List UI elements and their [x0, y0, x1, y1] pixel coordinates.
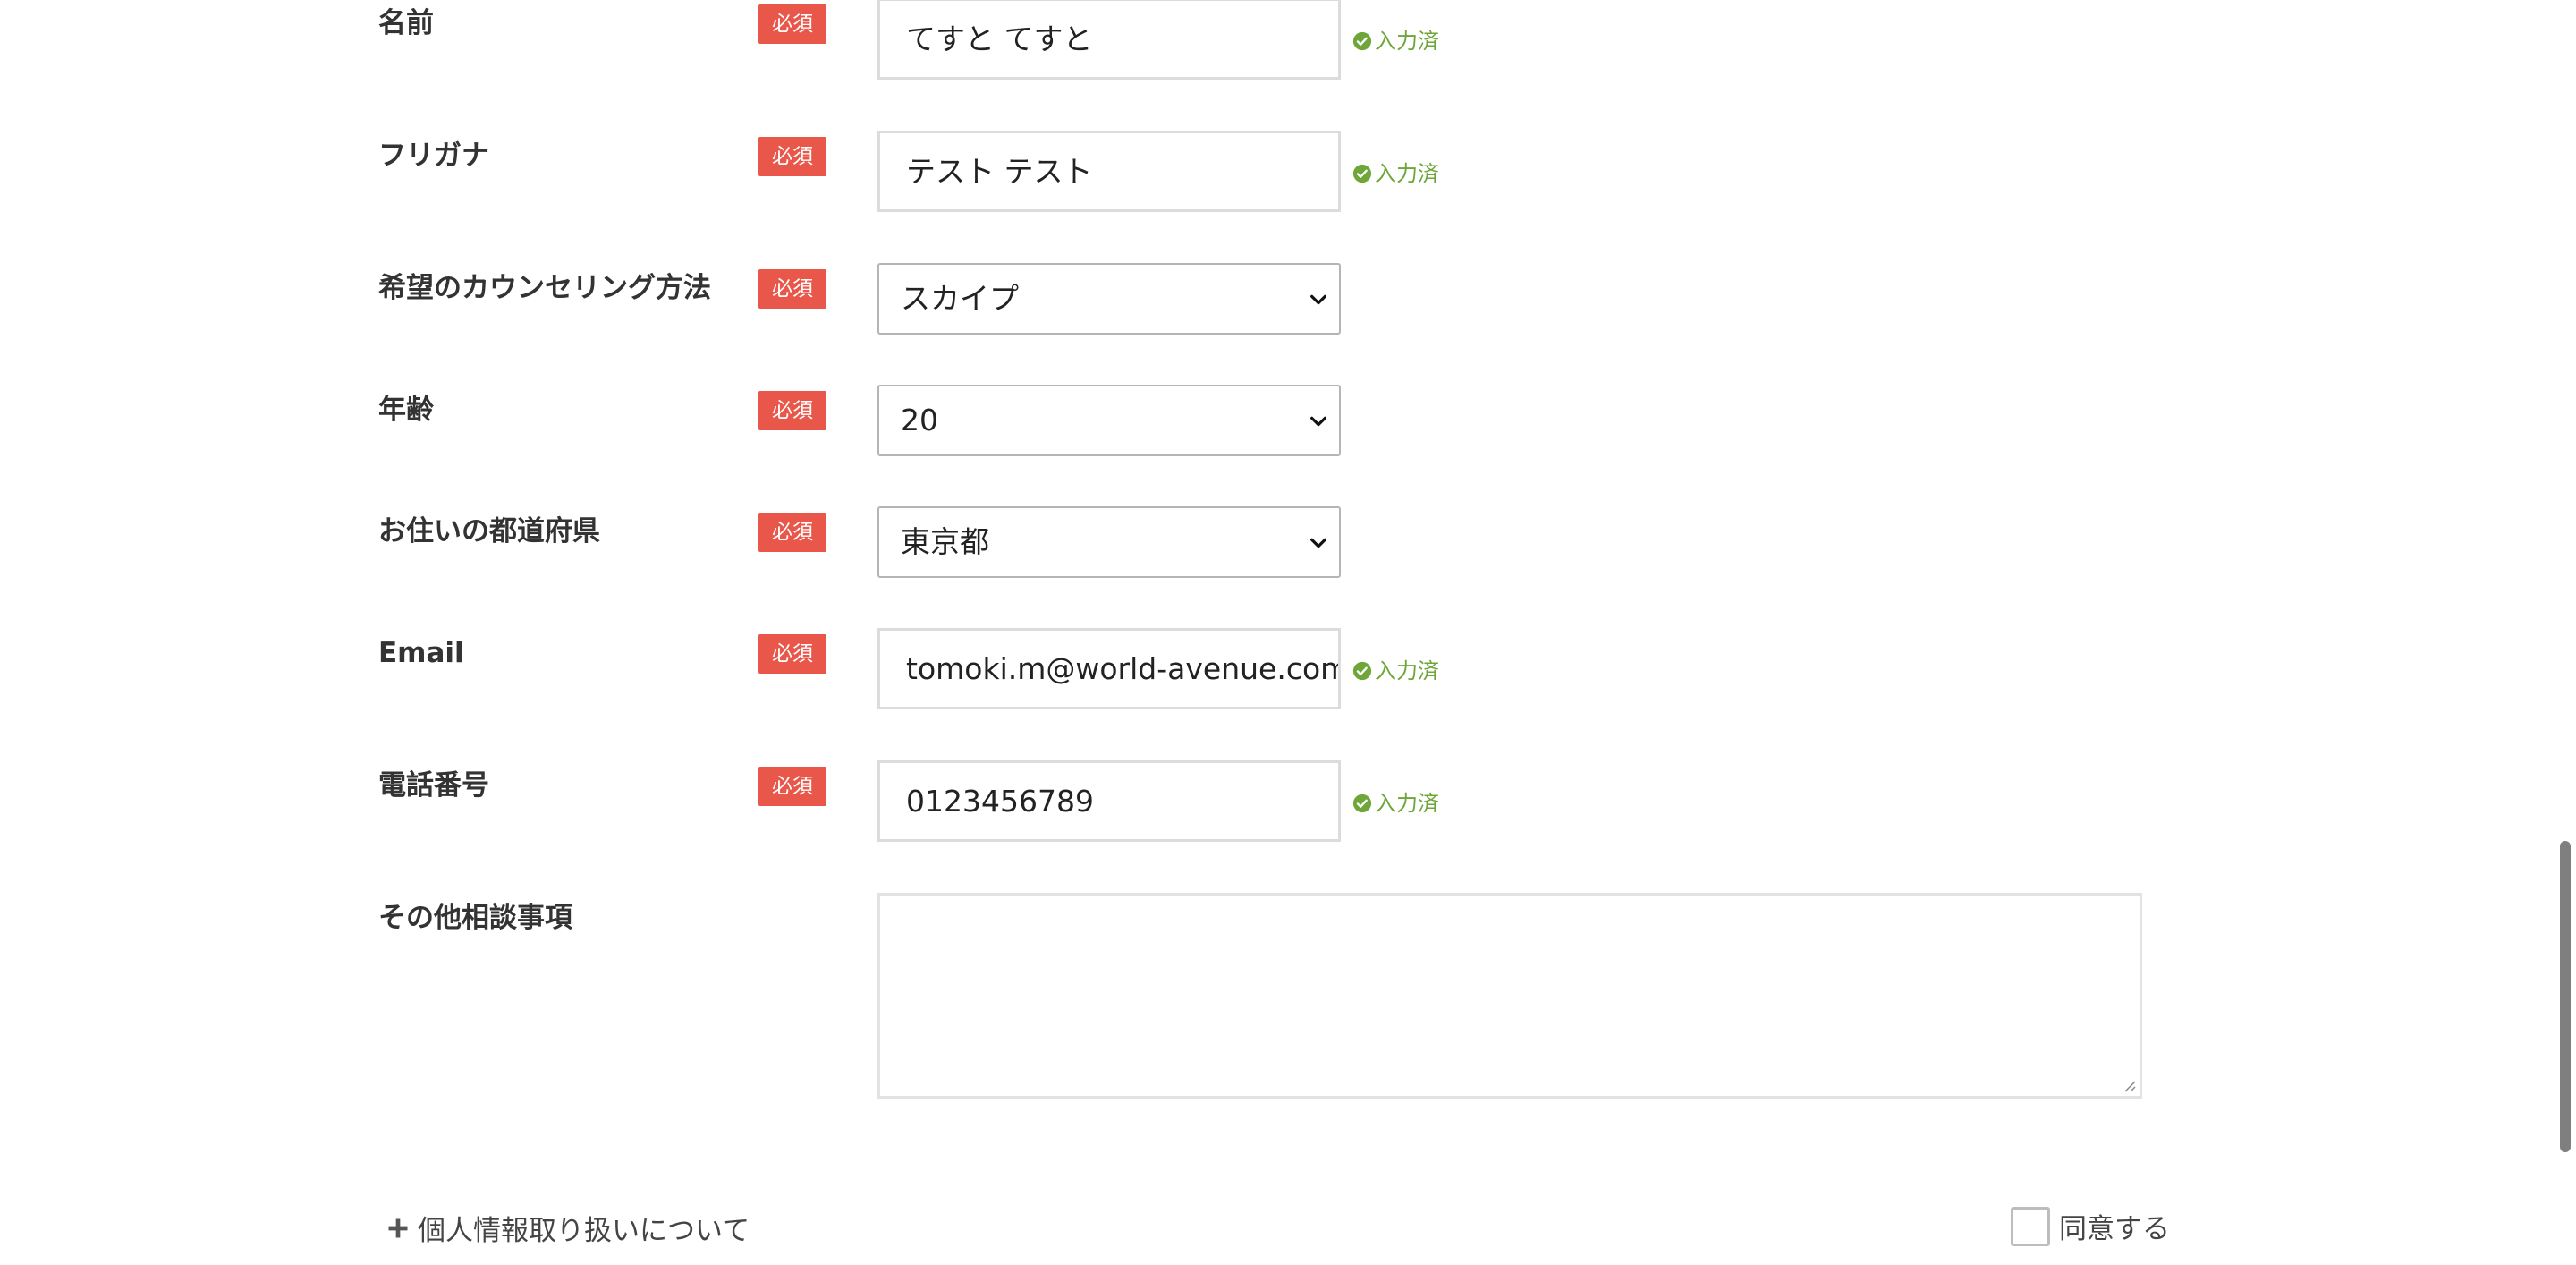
- privacy-policy-link-text: 個人情報取り扱いについて: [418, 1215, 750, 1247]
- other-label: その他相談事項: [378, 902, 572, 934]
- scrollbar-thumb[interactable]: [2560, 841, 2571, 1152]
- resize-handle-icon[interactable]: [2122, 1078, 2136, 1092]
- agree-label: 同意する: [2059, 1213, 2170, 1245]
- check-circle-icon: [1352, 164, 1372, 183]
- filled-status-text: 入力済: [1375, 658, 1439, 683]
- required-badge: 必須: [758, 269, 826, 309]
- agree-checkbox[interactable]: [2011, 1206, 2050, 1246]
- required-badge: 必須: [758, 513, 826, 552]
- filled-status-text: 入力済: [1375, 161, 1439, 186]
- filled-status-text: 入力済: [1375, 29, 1439, 54]
- furigana-input[interactable]: テスト テスト: [877, 131, 1341, 212]
- check-circle-icon: [1352, 31, 1372, 51]
- email-label: Email: [378, 637, 464, 669]
- required-badge: 必須: [758, 767, 826, 806]
- required-badge: 必須: [758, 4, 826, 44]
- plus-icon: [388, 1218, 408, 1237]
- required-badge: 必須: [758, 391, 826, 430]
- agree-control[interactable]: 同意する: [2011, 1206, 2170, 1246]
- filled-status: 入力済: [1352, 790, 1439, 817]
- email-input[interactable]: tomoki.m@world-avenue.com: [877, 628, 1341, 709]
- age-value: 20: [901, 403, 938, 437]
- name-label: 名前: [378, 7, 434, 39]
- scrollbar[interactable]: [2549, 0, 2576, 1265]
- privacy-policy-toggle[interactable]: 個人情報取り扱いについて: [386, 1208, 750, 1248]
- prefecture-select[interactable]: 東京都: [877, 506, 1341, 578]
- check-circle-icon: [1352, 794, 1372, 813]
- check-circle-icon: [1352, 661, 1372, 681]
- prefecture-value: 東京都: [901, 524, 989, 559]
- counseling-method-label: 希望のカウンセリング方法: [378, 272, 711, 304]
- contact-form-page: 名前 必須 てすと てすと 入力済 フリガナ 必須 テスト テスト 入力済 希望…: [0, 0, 2576, 1265]
- chevron-down-icon: [1310, 416, 1326, 427]
- chevron-down-icon: [1310, 538, 1326, 548]
- filled-status: 入力済: [1352, 658, 1439, 684]
- required-badge: 必須: [758, 137, 826, 176]
- other-textarea[interactable]: [877, 893, 2142, 1099]
- filled-status: 入力済: [1352, 160, 1439, 187]
- counseling-method-value: スカイプ: [901, 281, 1019, 316]
- filled-status: 入力済: [1352, 28, 1439, 55]
- chevron-down-icon: [1310, 294, 1326, 305]
- counseling-method-select[interactable]: スカイプ: [877, 263, 1341, 335]
- filled-status-text: 入力済: [1375, 791, 1439, 816]
- required-badge: 必須: [758, 634, 826, 674]
- prefecture-label: お住いの都道府県: [378, 515, 600, 548]
- age-select[interactable]: 20: [877, 385, 1341, 456]
- phone-label: 電話番号: [378, 769, 489, 802]
- name-input[interactable]: てすと てすと: [877, 0, 1341, 80]
- furigana-label: フリガナ: [378, 140, 489, 172]
- age-label: 年齢: [378, 394, 434, 426]
- phone-input[interactable]: 0123456789: [877, 760, 1341, 842]
